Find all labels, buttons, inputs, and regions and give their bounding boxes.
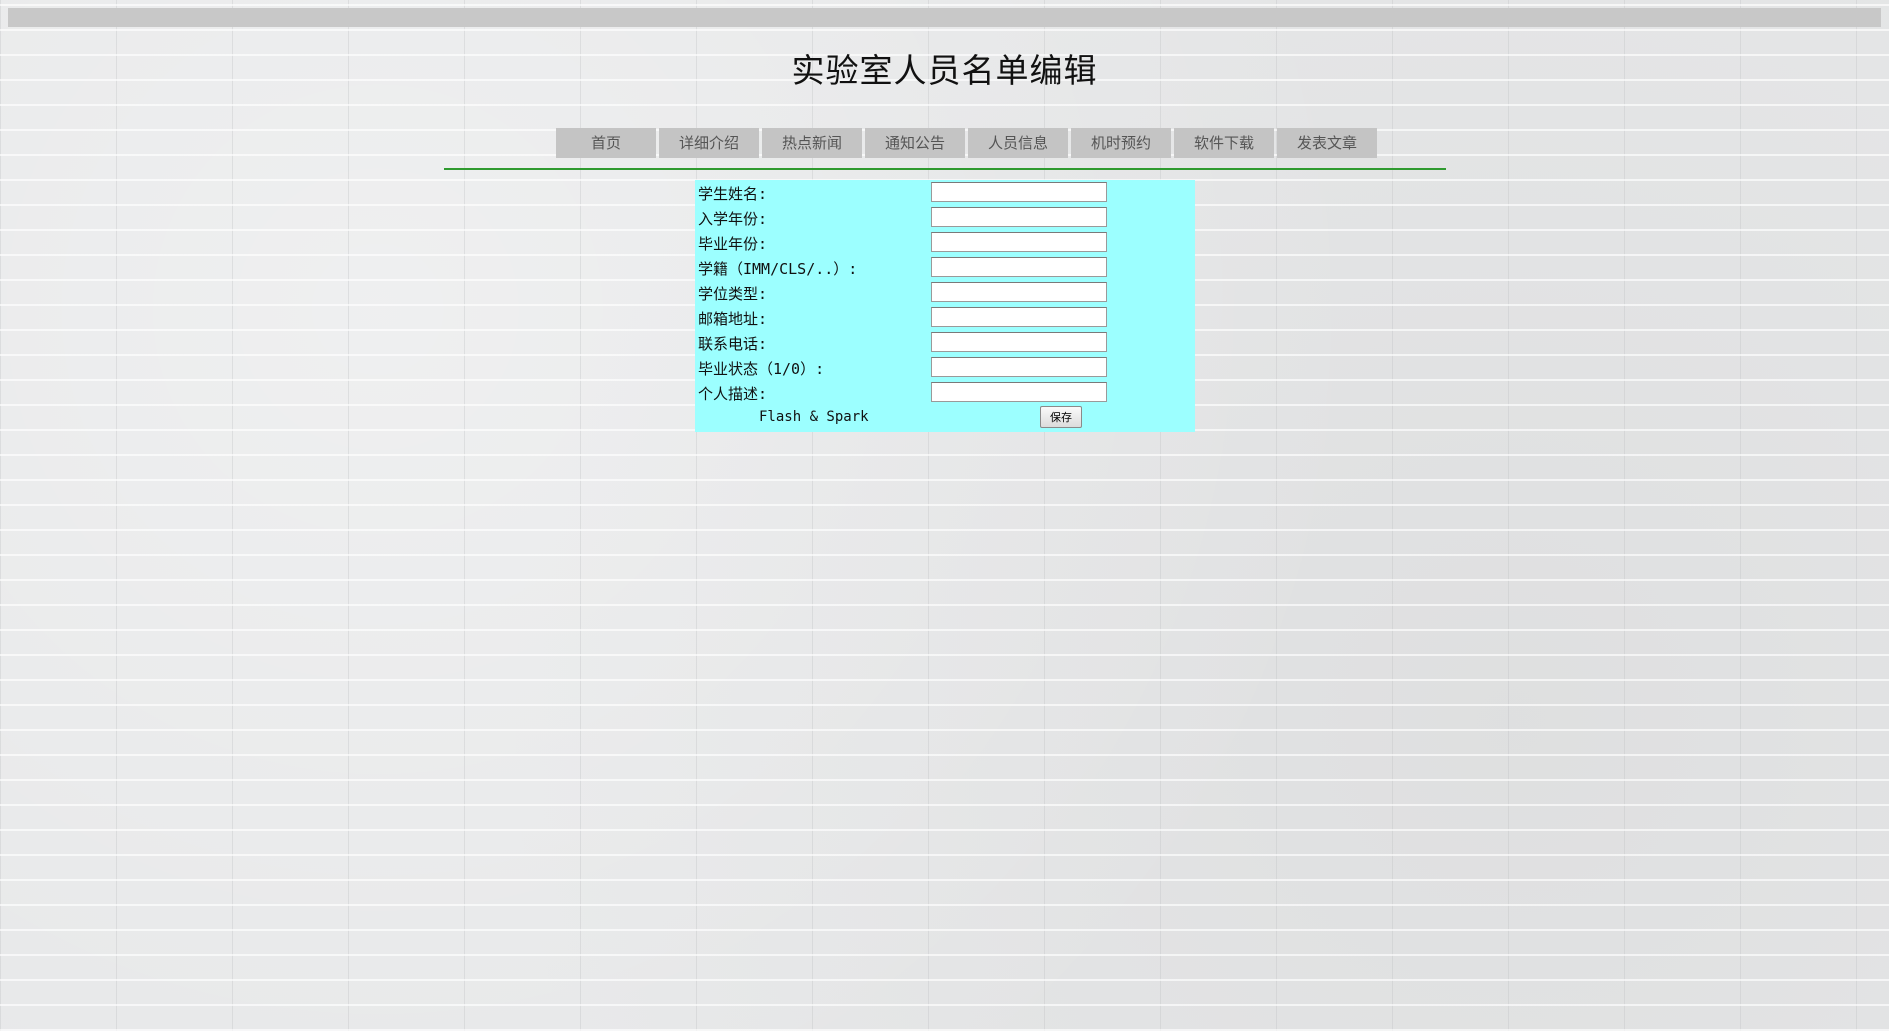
graduate-year-input[interactable] [931, 232, 1107, 252]
graduation-status-label: 毕业状态（1/0）: [698, 360, 825, 378]
graduation-status-input[interactable] [931, 357, 1107, 377]
degree-type-input[interactable] [931, 282, 1107, 302]
form-row-registry: 学籍（IMM/CLS/..）: [695, 255, 1195, 280]
description-input[interactable] [931, 382, 1107, 402]
main-nav: 首页 详细介绍 热点新闻 通知公告 人员信息 机时预约 软件下载 发表文章 [556, 128, 1377, 158]
nav-item-news[interactable]: 热点新闻 [762, 128, 862, 158]
form-row-description: 个人描述: [695, 380, 1195, 405]
enroll-year-label: 入学年份: [698, 210, 768, 228]
nav-item-downloads[interactable]: 软件下载 [1174, 128, 1274, 158]
email-label: 邮箱地址: [698, 310, 768, 328]
phone-input[interactable] [931, 332, 1107, 352]
save-button[interactable]: 保存 [1040, 406, 1082, 428]
nav-item-details[interactable]: 详细介绍 [659, 128, 759, 158]
registry-input[interactable] [931, 257, 1107, 277]
phone-label: 联系电话: [698, 335, 768, 353]
nav-item-notices[interactable]: 通知公告 [865, 128, 965, 158]
page-title: 实验室人员名单编辑 [791, 51, 1098, 90]
form-row-phone: 联系电话: [695, 330, 1195, 355]
top-bar [8, 8, 1881, 27]
form-row-graduate-year: 毕业年份: [695, 230, 1195, 255]
footer-credit: Flash & Spark [759, 409, 869, 425]
student-name-label: 学生姓名: [698, 185, 768, 203]
student-name-input[interactable] [931, 182, 1107, 202]
nav-divider [444, 168, 1446, 170]
nav-item-booking[interactable]: 机时预约 [1071, 128, 1171, 158]
form-row-name: 学生姓名: [695, 180, 1195, 205]
nav-item-home[interactable]: 首页 [556, 128, 656, 158]
nav-item-people[interactable]: 人员信息 [968, 128, 1068, 158]
graduate-year-label: 毕业年份: [698, 235, 768, 253]
email-input[interactable] [931, 307, 1107, 327]
form-row-graduation-status: 毕业状态（1/0）: [695, 355, 1195, 380]
form-row-email: 邮箱地址: [695, 305, 1195, 330]
form-row-enroll-year: 入学年份: [695, 205, 1195, 230]
degree-type-label: 学位类型: [698, 285, 768, 303]
description-label: 个人描述: [698, 385, 768, 403]
enroll-year-input[interactable] [931, 207, 1107, 227]
form-row-degree-type: 学位类型: [695, 280, 1195, 305]
nav-item-publications[interactable]: 发表文章 [1277, 128, 1377, 158]
registry-label: 学籍（IMM/CLS/..）: [698, 260, 858, 278]
member-edit-form: 学生姓名: 入学年份: 毕业年份: 学籍（IMM/CLS/..）: 学位类型: … [695, 180, 1195, 432]
